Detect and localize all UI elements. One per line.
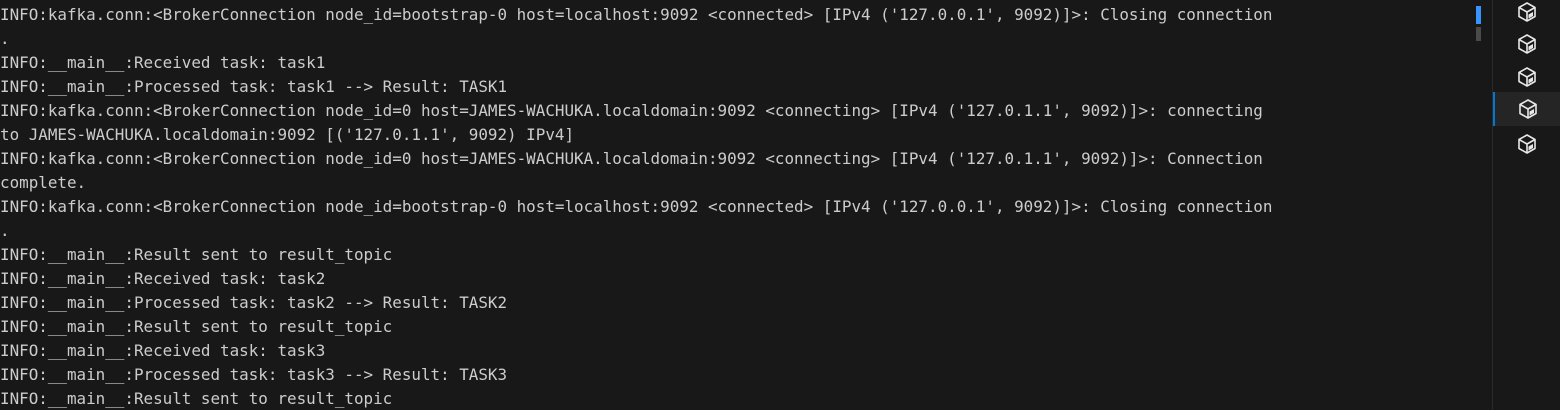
terminal-line: INFO:__main__:Processed task: task2 --> … xyxy=(0,293,508,312)
terminal-line: . xyxy=(0,221,10,240)
terminal-tab-1[interactable] xyxy=(1493,0,1560,29)
scrollbar[interactable] xyxy=(1475,0,1482,410)
terminal-line: INFO:__main__:Received task: task3 xyxy=(0,341,326,360)
scrollbar-marker xyxy=(1476,27,1481,41)
terminal-line: INFO:__main__:Processed task: task3 --> … xyxy=(0,365,508,384)
terminal-cube-icon xyxy=(1516,1,1538,23)
terminal-line: INFO:__main__:Result sent to result_topi… xyxy=(0,317,393,336)
terminal-log: INFO:kafka.conn:<BrokerConnection node_i… xyxy=(0,3,1272,410)
terminal-cube-icon xyxy=(1516,66,1538,88)
terminal-line: INFO:kafka.conn:<BrokerConnection node_i… xyxy=(0,149,1263,168)
terminal-line: INFO:kafka.conn:<BrokerConnection node_i… xyxy=(0,5,1273,24)
terminal-line: INFO:__main__:Received task: task2 xyxy=(0,269,326,288)
terminal-tabs-panel xyxy=(1492,0,1560,410)
terminal-cube-icon xyxy=(1517,98,1539,120)
terminal-line: INFO:__main__:Received task: task1 xyxy=(0,53,326,72)
terminal-line: . xyxy=(0,29,10,48)
terminal-cube-icon xyxy=(1516,33,1538,55)
terminal-tab-3[interactable] xyxy=(1493,60,1560,94)
scrollbar-thumb[interactable] xyxy=(1476,6,1481,24)
terminal-tab-5[interactable] xyxy=(1493,127,1560,161)
terminal-tab-4[interactable] xyxy=(1493,92,1560,126)
terminal-output[interactable]: INFO:kafka.conn:<BrokerConnection node_i… xyxy=(0,0,1475,410)
terminal-line: INFO:__main__:Result sent to result_topi… xyxy=(0,389,393,408)
terminal-line: to JAMES-WACHUKA.localdomain:9092 [('127… xyxy=(0,125,575,144)
terminal-line: complete. xyxy=(0,173,87,192)
terminal-tab-2[interactable] xyxy=(1493,27,1560,61)
terminal-line: INFO:kafka.conn:<BrokerConnection node_i… xyxy=(0,197,1273,216)
terminal-line: INFO:__main__:Processed task: task1 --> … xyxy=(0,77,508,96)
terminal-line: INFO:__main__:Result sent to result_topi… xyxy=(0,245,393,264)
terminal-line: INFO:kafka.conn:<BrokerConnection node_i… xyxy=(0,101,1263,120)
terminal-cube-icon xyxy=(1516,133,1538,155)
